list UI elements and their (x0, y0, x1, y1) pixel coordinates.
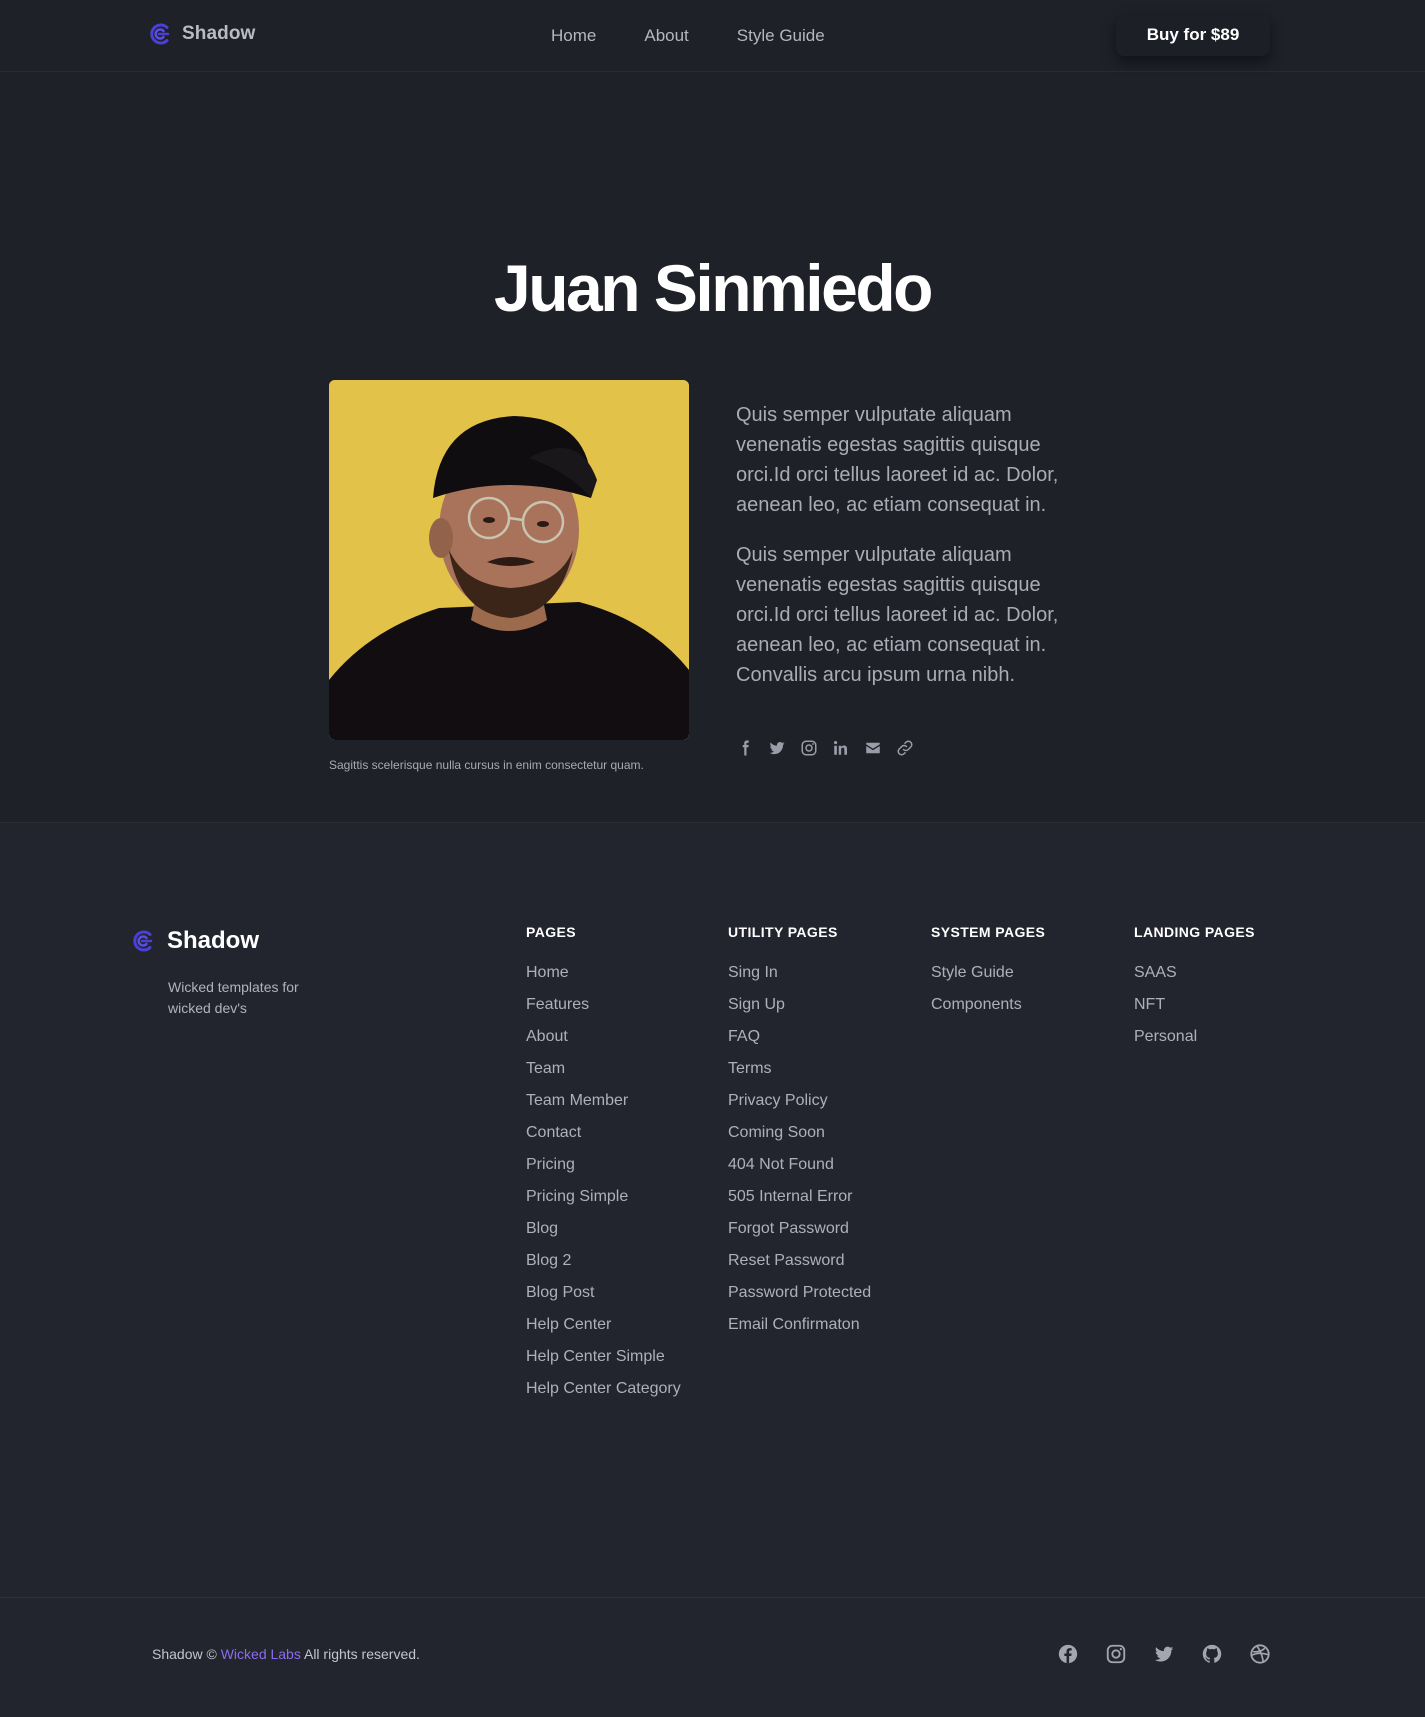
member-photo (329, 380, 689, 740)
facebook-icon[interactable] (1057, 1643, 1079, 1665)
footer-column-title: LANDING PAGES (1134, 924, 1255, 940)
shadow-logo-icon (133, 930, 153, 952)
footer-tagline: Wicked templates for wicked dev's (168, 979, 299, 1016)
twitter-icon[interactable] (768, 739, 786, 757)
footer-link[interactable]: Email Confirmaton (728, 1316, 860, 1333)
copyright-text: Shadow © Wicked Labs All rights reserved… (152, 1646, 420, 1662)
footer-column-title: SYSTEM PAGES (931, 924, 1046, 940)
footer-brand-link[interactable]: Shadow (129, 927, 259, 955)
nav-about[interactable]: About (644, 26, 688, 46)
footer-link[interactable]: Forgot Password (728, 1220, 849, 1237)
instagram-icon[interactable] (800, 739, 818, 757)
footer-link[interactable]: Style Guide (931, 964, 1014, 981)
footer-link[interactable]: Pricing (526, 1156, 575, 1173)
nav-home[interactable]: Home (551, 26, 596, 46)
footer-column-landing-pages: LANDING PAGES SAAS NFT Personal (1134, 923, 1255, 1057)
bio-paragraph: Quis semper vulputate aliquam venenatis … (736, 544, 1059, 686)
footer-column-title: UTILITY PAGES (728, 924, 838, 940)
footer-link[interactable]: Help Center Simple (526, 1348, 665, 1365)
footer-link[interactable]: About (526, 1028, 568, 1045)
copyright-suffix: All rights reserved. (303, 1646, 420, 1662)
facebook-icon[interactable] (736, 739, 754, 757)
main-nav: Home About Style Guide (551, 22, 825, 50)
footer-link[interactable]: Team Member (526, 1092, 628, 1109)
footer-link[interactable]: Terms (728, 1060, 772, 1077)
footer-link[interactable]: Reset Password (728, 1252, 845, 1269)
instagram-icon[interactable] (1105, 1643, 1127, 1665)
twitter-icon[interactable] (1153, 1643, 1175, 1665)
footer-link[interactable]: SAAS (1134, 964, 1177, 981)
footer-brand-name: Shadow (167, 927, 260, 954)
email-icon[interactable] (864, 739, 882, 757)
site-footer: Shadow Wicked templates for wicked dev's… (0, 822, 1425, 1717)
page-title: Juan Sinmiedo (494, 251, 933, 325)
nav-style-guide[interactable]: Style Guide (737, 26, 825, 46)
linkedin-icon[interactable] (832, 739, 850, 757)
wicked-labs-link[interactable]: Wicked Labs (221, 1646, 301, 1662)
github-icon[interactable] (1201, 1643, 1223, 1665)
bio-paragraph: Quis semper vulputate aliquam venenatis … (736, 404, 1059, 516)
footer-link[interactable]: Features (526, 996, 589, 1013)
footer-link[interactable]: Privacy Policy (728, 1092, 828, 1109)
photo-caption: Sagittis scelerisque nulla cursus in eni… (329, 758, 644, 772)
footer-link[interactable]: Contact (526, 1124, 581, 1141)
footer-column-title: PAGES (526, 924, 576, 940)
footer-column-pages: PAGES Home Features About Team Team Memb… (526, 923, 681, 1409)
link-icon[interactable] (896, 739, 914, 757)
brand-home-link[interactable]: Shadow (146, 18, 255, 50)
dribbble-icon[interactable] (1249, 1643, 1271, 1665)
footer-link[interactable]: FAQ (728, 1028, 760, 1045)
shadow-logo-icon (150, 23, 170, 45)
site-header: Shadow Home About Style Guide Buy for $8… (0, 0, 1425, 72)
footer-link[interactable]: Help Center Category (526, 1380, 681, 1397)
footer-link[interactable]: Sign Up (728, 996, 785, 1013)
footer-link[interactable]: 505 Internal Error (728, 1188, 853, 1205)
footer-link[interactable]: Pricing Simple (526, 1188, 628, 1205)
footer-link[interactable]: Team (526, 1060, 565, 1077)
footer-link[interactable]: Blog (526, 1220, 558, 1237)
member-social-links (736, 736, 914, 760)
footer-link[interactable]: NFT (1134, 996, 1165, 1013)
footer-column-system-pages: SYSTEM PAGES Style Guide Components (931, 923, 1045, 1025)
brand-name: Shadow (182, 23, 256, 44)
footer-link[interactable]: Blog 2 (526, 1252, 571, 1269)
footer-link[interactable]: Help Center (526, 1316, 611, 1333)
footer-column-utility-pages: UTILITY PAGES Sing In Sign Up FAQ Terms … (728, 923, 871, 1345)
portrait-image (329, 380, 689, 740)
footer-link[interactable]: Home (526, 964, 569, 981)
footer-social-links (1057, 1642, 1271, 1666)
member-bio: Quis semper vulputate aliquam venenatis … (736, 400, 1096, 690)
footer-link[interactable]: Password Protected (728, 1284, 871, 1301)
footer-link[interactable]: Blog Post (526, 1284, 594, 1301)
footer-link[interactable]: 404 Not Found (728, 1156, 834, 1173)
footer-link[interactable]: Coming Soon (728, 1124, 825, 1141)
footer-link[interactable]: Components (931, 996, 1022, 1013)
footer-link[interactable]: Personal (1134, 1028, 1197, 1045)
footer-link[interactable]: Sing In (728, 964, 778, 981)
footer-bottom-bar: Shadow © Wicked Labs All rights reserved… (0, 1597, 1425, 1717)
copyright-prefix: Shadow © (152, 1646, 217, 1662)
buy-button[interactable]: Buy for $89 (1116, 14, 1270, 56)
